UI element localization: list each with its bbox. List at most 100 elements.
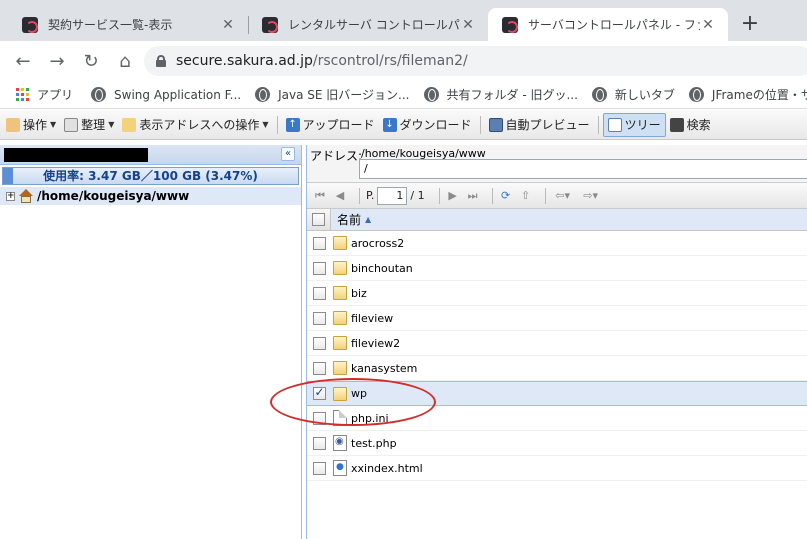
tree-toggle-button[interactable]: ツリー [602,112,666,137]
file-row[interactable]: wp [307,381,807,406]
address-ops-menu-button[interactable]: 表示アドレスへの操作 ▼ [118,113,272,137]
home-folder-icon [18,189,34,203]
toolbar-label: 自動プレビュー [505,118,590,132]
collapse-pane-button[interactable]: « [281,147,295,161]
home-icon[interactable]: ⌂ [110,46,140,76]
row-check-cell [307,231,331,255]
tab-strip: 契約サービス一覧-表示 ✕ レンタルサーバ コントロールパネル ✕ サーバコント… [0,0,807,41]
select-all-checkbox[interactable] [312,213,325,226]
toolbar-label: 検索 [686,118,711,132]
address-label: アドレス: [310,149,363,163]
bookmark-shared-folder[interactable]: 共有フォルダ - 旧グッ... [423,86,578,103]
file-row[interactable]: php.ini [307,406,807,431]
file-row[interactable]: biz [307,281,807,306]
file-name: fileview [351,311,394,325]
auto-preview-button[interactable]: 自動プレビュー [485,113,594,137]
bookmark-swing[interactable]: Swing Application F... [91,87,241,102]
row-checkbox[interactable] [312,236,326,250]
disk-usage-text: 使用率: 3.47 GB／100 GB (3.47%) [43,169,258,183]
tab-contract-services[interactable]: 契約サービス一覧-表示 ✕ [8,8,248,41]
file-row[interactable]: fileview2 [307,331,807,356]
tree-pane-header: « [0,145,301,165]
first-page-icon[interactable]: ⏮ [313,189,327,203]
close-icon[interactable]: ✕ [220,17,236,33]
address-input[interactable]: / [359,159,807,179]
back-arrow-icon[interactable]: ← [8,46,38,76]
url-host: secure.sakura.ad.jp [176,53,313,69]
close-icon[interactable]: ✕ [460,17,476,33]
row-checkbox[interactable] [312,311,326,325]
file-row[interactable]: fileview [307,306,807,331]
file-row[interactable]: arocross2 [307,231,807,256]
bookmark-new-tab[interactable]: 新しいタブ [591,86,675,103]
prev-page-icon[interactable]: ◀ [333,189,347,203]
row-check-cell [307,456,331,480]
refresh-icon[interactable]: ⟳ [499,189,513,203]
file-row[interactable]: xxindex.html [307,456,807,481]
tree-node-root[interactable]: + /home/kougeisya/www [0,187,301,205]
html-file-icon [333,460,347,476]
name-column-header[interactable]: 名前 ▲ [331,209,807,230]
tree-view-icon [607,117,622,132]
disk-usage-fill [3,168,14,184]
next-page-icon[interactable]: ▶ [446,189,460,203]
bookmark-apps[interactable]: アプリ [16,86,73,103]
row-check-cell [307,331,331,355]
folder-icon [333,361,347,375]
bookmark-javase[interactable]: Java SE 旧バージョン... [255,86,410,103]
download-button[interactable]: ↓ ダウンロード [379,113,476,137]
tab-title: レンタルサーバ コントロールパネル [288,18,460,32]
new-tab-button[interactable]: + [738,13,762,37]
search-button[interactable]: 検索 [666,113,715,137]
folder-tree-pane: « 使用率: 3.47 GB／100 GB (3.47%) + /home/ko… [0,145,302,539]
folder-icon [333,236,347,250]
toolbar-label: 整理 [81,118,106,132]
lock-icon[interactable] [156,55,166,67]
sort-ascending-icon: ▲ [365,215,372,224]
tab-title: 契約サービス一覧-表示 [48,18,173,32]
toolbar-label: 操作 [23,118,48,132]
row-checkbox[interactable] [312,261,326,275]
file-name: wp [351,387,367,400]
sakura-favicon-icon [262,16,278,33]
address-bar[interactable]: secure.sakura.ad.jp/rscontrol/rs/fileman… [144,46,807,76]
row-checkbox[interactable] [312,411,326,425]
row-check-cell [307,356,331,380]
back-history-icon[interactable]: ⇦▾ [552,189,574,203]
parent-folder-icon[interactable]: ⇧ [519,189,533,203]
globe-icon [91,87,107,102]
close-icon[interactable]: ✕ [700,17,716,33]
tree-node-label: /home/kougeisya/www [37,189,190,203]
upload-button[interactable]: ↑ アップロード [282,113,379,137]
tab-rental-server-panel[interactable]: レンタルサーバ コントロールパネル ✕ [248,8,488,41]
organize-menu-button[interactable]: 整理 ▼ [60,113,118,137]
pager-separator [491,187,493,204]
address-panel: アドレス: /home/kougeisya/www / [307,145,807,183]
forward-history-icon[interactable]: ⇨▾ [580,189,602,203]
file-row[interactable]: kanasystem [307,356,807,381]
last-page-icon[interactable]: ⏭ [466,189,480,203]
navigation-bar: ← → ↻ ⌂ secure.sakura.ad.jp/rscontrol/rs… [0,41,807,81]
globe-icon [255,87,271,102]
bookmark-jframe[interactable]: JFrameの位置・サイズ... [688,86,807,103]
reload-icon[interactable]: ↻ [76,46,106,76]
row-checkbox[interactable] [312,361,326,375]
file-row[interactable]: test.php [307,431,807,456]
file-row[interactable]: binchoutan [307,256,807,281]
page-number-input[interactable]: 1 [377,186,408,205]
row-checkbox[interactable] [312,436,326,450]
row-checkbox[interactable] [312,336,326,350]
expand-icon[interactable]: + [6,191,15,201]
toolbar-separator [479,115,481,134]
forward-arrow-icon[interactable]: → [42,46,72,76]
globe-icon [423,87,439,102]
row-checkbox[interactable] [312,385,326,400]
bookmarks-bar: アプリ Swing Application F... Java SE 旧バージョ… [0,81,807,109]
row-checkbox[interactable] [312,461,326,475]
toolbar-label: ツリー [624,118,661,132]
row-check-cell [307,431,331,455]
row-checkbox[interactable] [312,286,326,300]
operation-menu-button[interactable]: 操作 ▼ [2,113,60,137]
file-name: test.php [351,436,397,450]
tab-file-manager[interactable]: サーバコントロールパネル - ファイルマネ ✕ [488,8,728,41]
